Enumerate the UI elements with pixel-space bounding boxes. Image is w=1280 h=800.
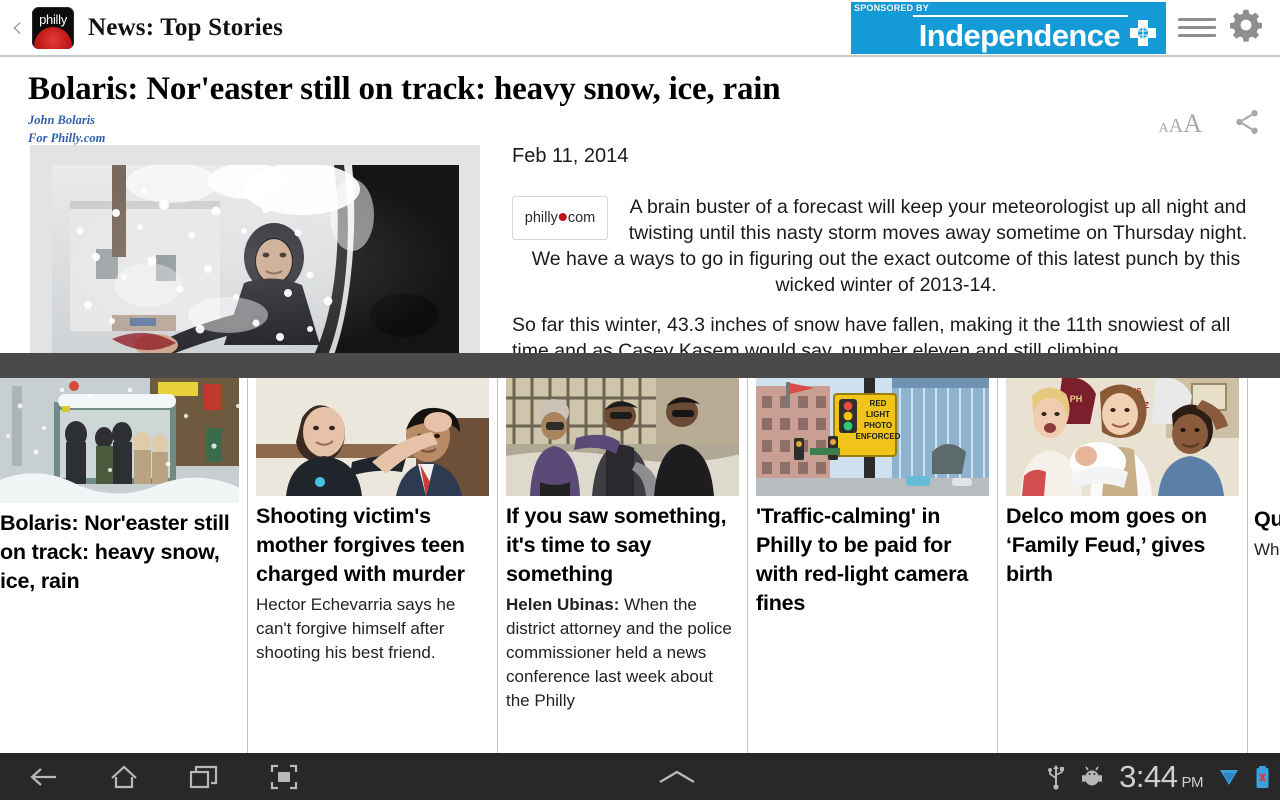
screenshot-glyph [270,764,298,789]
card-title: Bolaris: Nor'easter still on track: heav… [0,511,230,593]
philly-com-dot-icon [558,213,567,221]
svg-text:PHOTO: PHOTO [864,421,892,430]
card-description: Wh at Ke las tho [1254,540,1280,559]
card-thumbnail [506,378,739,496]
article-text-column: Feb 11, 2014 philly com A brain buster of… [512,145,1260,353]
card-thumbnail: PH 'S ZZ [1006,378,1239,496]
svg-text:RED: RED [870,399,887,408]
clock-period: PM [1181,773,1204,791]
bus-shelter-snow-illustration [0,378,239,503]
home-icon[interactable] [102,764,146,790]
philly-app-logo[interactable]: philly [32,6,74,49]
hamburger-line [1178,18,1216,21]
card-thumbnail [0,378,239,503]
expand-handle[interactable] [306,767,1047,787]
article-byline-source: For Philly.com [28,131,106,145]
article-tools: AAA [1159,107,1262,137]
hamburger-line [1178,34,1216,37]
clock-time: 3:44 [1119,758,1178,794]
app-header: ‹ philly News: Top Stories SPONSORED BY … [0,0,1280,57]
back-arrow-glyph [30,767,56,786]
card-title: If you saw something, it's time to say s… [506,504,727,586]
list-item[interactable]: Bolaris: Nor'easter still on track: heav… [0,378,248,753]
back-button[interactable]: ‹ [4,12,30,43]
article-paragraph-1: philly com A brain buster of a forecast w… [512,194,1260,298]
gear-icon[interactable] [1228,7,1272,48]
article-region: Bolaris: Nor'easter still on track: heav… [0,57,1280,353]
card-title: Shooting victim's mother forgives teen c… [256,504,465,586]
philly-logo-text: philly [39,11,67,27]
philly-com-logo-text: philly com [525,205,595,231]
text-size-small: A [1158,121,1169,136]
card-description-text: Hector Echevarria says he can't forgive … [256,595,456,662]
android-navigation-bar: 3:44 PM [0,753,1280,800]
usb-icon[interactable] [1047,764,1065,790]
article-lead-photo [30,145,480,353]
philly-logo-dome [34,26,72,49]
philly-com-inline-logo: philly com [512,196,608,240]
chevron-up-icon [658,770,695,783]
hamburger-line [1178,26,1216,29]
red-light-camera-sign-illustration: RED LIGHT PHOTO ENFORCED [756,378,989,496]
share-icon[interactable] [1232,107,1262,137]
lead-photo-illustration [52,165,459,353]
tablet-screen: ‹ philly News: Top Stories SPONSORED BY … [0,0,1280,800]
screenshot-icon[interactable] [262,764,306,790]
page-title: News: Top Stories [88,13,284,41]
article-date: Feb 11, 2014 [512,145,629,167]
top-stories-carousel[interactable]: Bolaris: Nor'easter still on track: heav… [0,378,1280,753]
home-glyph [111,765,137,788]
recent-apps-glyph [189,765,218,788]
article-paragraph-2: So far this winter, 43.3 inches of snow … [512,314,1231,353]
card-title: Delco mom goes on ‘Family Feud,’ gives b… [1006,504,1207,586]
sponsor-brand-name: Independence [918,17,1121,53]
list-item[interactable]: Shooting victim's mother forgives teen c… [248,378,498,753]
philly-com-post: com [567,210,596,226]
back-arrow-icon[interactable] [22,765,66,789]
card-title: Qu sa Ke sh [1254,507,1280,531]
status-bar-right: 3:44 PM [1047,759,1270,795]
text-size-button[interactable]: AAA [1159,111,1202,137]
list-item[interactable]: RED LIGHT PHOTO ENFORCED 'Traffic-calmin… [748,378,998,753]
article-paragraph-1-text: A brain buster of a forecast will keep y… [531,196,1248,296]
list-item[interactable]: Qu sa Ke sh Wh at Ke las tho [1248,378,1280,753]
status-clock: 3:44 PM [1119,759,1203,795]
text-size-large: A [1183,109,1202,138]
sponsored-by-label: SPONSORED BY [854,2,929,13]
svg-text:LIGHT: LIGHT [866,410,890,419]
list-item[interactable]: If you saw something, it's time to say s… [498,378,748,753]
article-headline: Bolaris: Nor'easter still on track: heav… [28,71,781,107]
card-thumbnail: RED LIGHT PHOTO ENFORCED [756,378,989,496]
svg-text:ENFORCED: ENFORCED [856,432,901,441]
article-body: Feb 11, 2014 philly com A brain buster of… [0,145,1280,353]
sponsor-rule [913,14,1128,17]
nav-button-group [22,764,306,790]
recent-apps-icon[interactable] [182,764,226,790]
hamburger-icon[interactable] [1178,13,1216,42]
panel-divider-handle[interactable] [0,353,1280,378]
list-item[interactable]: PH 'S ZZ [998,378,1248,753]
mother-and-teen-illustration [256,378,489,496]
family-newborn-illustration: PH 'S ZZ [1006,378,1239,496]
article-byline-author: John Bolaris [28,113,96,127]
card-description: Hector Echevarria says he can't forgive … [256,593,489,665]
card-thumbnail [256,378,489,496]
card-description: Helen Ubinas: When the district attorney… [506,593,739,713]
philly-com-pre: philly [524,210,558,226]
lead-photo-frame [52,165,459,353]
sponsor-banner[interactable]: SPONSORED BY Independence [851,1,1166,54]
svg-text:PH: PH [1070,394,1083,404]
text-size-medium: A [1168,115,1184,137]
wifi-signal-icon[interactable] [1219,767,1239,787]
battery-error-icon[interactable] [1255,765,1270,789]
courthouse-escort-illustration [506,378,739,496]
card-title: 'Traffic-calming' in Philly to be paid f… [756,504,969,615]
android-debug-icon[interactable] [1081,766,1103,788]
gear-glyph [1230,9,1262,42]
independence-cross-icon [1130,19,1156,46]
card-description-lead: Helen Ubinas: [506,595,620,614]
